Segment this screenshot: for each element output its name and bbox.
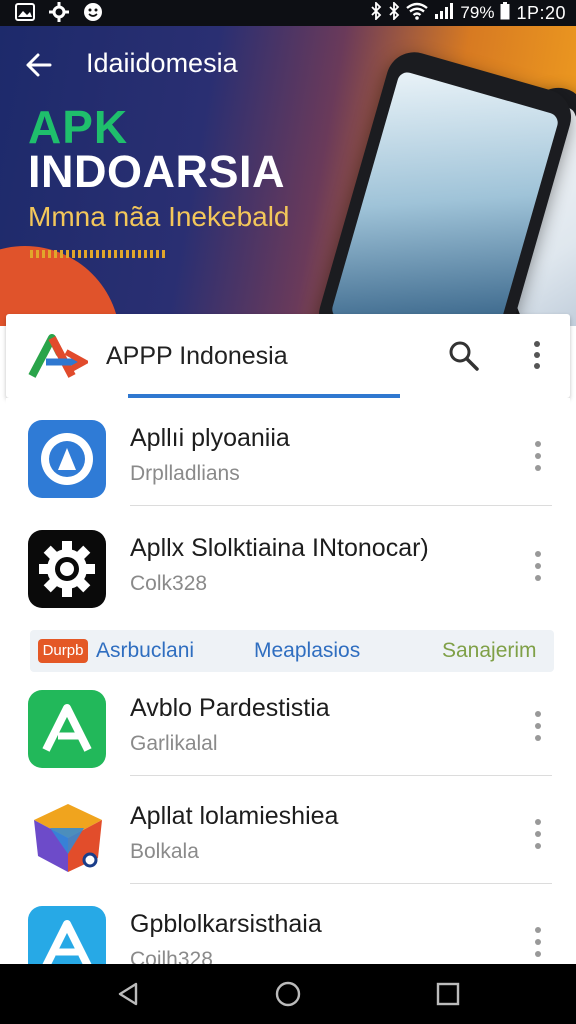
app-subtitle: Coilh328 xyxy=(130,948,213,964)
banner-nav-title: Idaiidomesia xyxy=(86,48,238,78)
category-badge: Durpb xyxy=(38,639,88,663)
bluetooth-icon xyxy=(370,0,382,25)
origami-icon xyxy=(28,798,106,876)
app-title: Apllx Slolktiaina INtonocar) xyxy=(130,534,429,562)
app-title: Gpblolkarsisthaia xyxy=(130,910,322,938)
app-title: Apllıi plyoaniia xyxy=(130,424,290,452)
battery-icon xyxy=(500,1,510,25)
bluetooth-icon-2 xyxy=(388,0,400,25)
category-link[interactable]: Asrbuclani xyxy=(96,639,194,663)
app-title: Apllat lolamieshiea xyxy=(130,802,339,830)
category-bar: Durpb Asrbuclani Meaplasios Sanajerim xyxy=(30,630,554,672)
app-logo-icon xyxy=(28,332,91,380)
app-list: Apllıi plyoaniia Drplladlians Apllx Slol… xyxy=(6,398,570,964)
nav-back-icon[interactable] xyxy=(114,980,142,1008)
system-nav-bar xyxy=(0,964,576,1024)
app-subtitle: Garlikalal xyxy=(130,732,218,755)
list-item[interactable]: Apllat lolamieshiea Bolkala xyxy=(6,776,570,884)
banner-tagline: Mmna nãa Inekebald xyxy=(28,201,290,232)
list-item[interactable]: Apllx Slolktiaina INtonocar) Colk328 xyxy=(6,508,570,616)
category-link[interactable]: Meaplasios xyxy=(254,639,360,663)
nav-recents-icon[interactable] xyxy=(434,980,462,1008)
list-item[interactable]: Avblo Pardestistia Garlikalal xyxy=(6,668,570,776)
list-item[interactable]: Gpblolkarsisthaia Coilh328 xyxy=(6,884,570,964)
app-subtitle: Colk328 xyxy=(130,572,208,595)
app-subtitle: Drplladlians xyxy=(130,462,240,485)
status-bar: 79% 1P:20 xyxy=(0,0,576,26)
cyan-a-icon xyxy=(28,906,106,964)
app-bar: APPP Indonesia xyxy=(6,314,570,398)
more-vert-icon[interactable] xyxy=(530,924,546,960)
app-title: Avblo Pardestistia xyxy=(130,694,330,722)
more-vert-icon[interactable] xyxy=(530,708,546,744)
search-icon[interactable] xyxy=(446,338,480,372)
round-logo-icon xyxy=(28,420,106,498)
banner-headline: INDOARSIA xyxy=(28,146,286,197)
triangle-a-icon xyxy=(28,690,106,768)
promo-banner: Idaiidomesia APK INDOARSIA Mmna nãa Inek… xyxy=(0,26,576,326)
more-vert-icon[interactable] xyxy=(530,548,546,584)
gallery-icon xyxy=(14,2,36,22)
divider xyxy=(130,505,552,506)
category-link[interactable]: Sanajerim xyxy=(442,639,537,663)
app-subtitle: Bolkala xyxy=(130,840,199,863)
settings-icon xyxy=(48,2,70,22)
wifi-icon xyxy=(406,2,429,25)
battery-percent: 79% xyxy=(460,3,495,22)
back-arrow-icon[interactable] xyxy=(22,48,56,82)
nav-home-icon[interactable] xyxy=(274,980,302,1008)
emoji-icon xyxy=(82,2,104,22)
more-vert-icon[interactable] xyxy=(530,816,546,852)
gear-icon xyxy=(28,530,106,608)
signal-icon xyxy=(434,2,454,25)
clock: 1P:20 xyxy=(516,2,566,23)
decorative-ruler xyxy=(30,250,166,258)
app-bar-title: APPP Indonesia xyxy=(106,342,288,370)
more-vert-icon[interactable] xyxy=(526,338,548,372)
list-item[interactable]: Apllıi plyoaniia Drplladlians xyxy=(6,398,570,506)
more-vert-icon[interactable] xyxy=(530,438,546,474)
